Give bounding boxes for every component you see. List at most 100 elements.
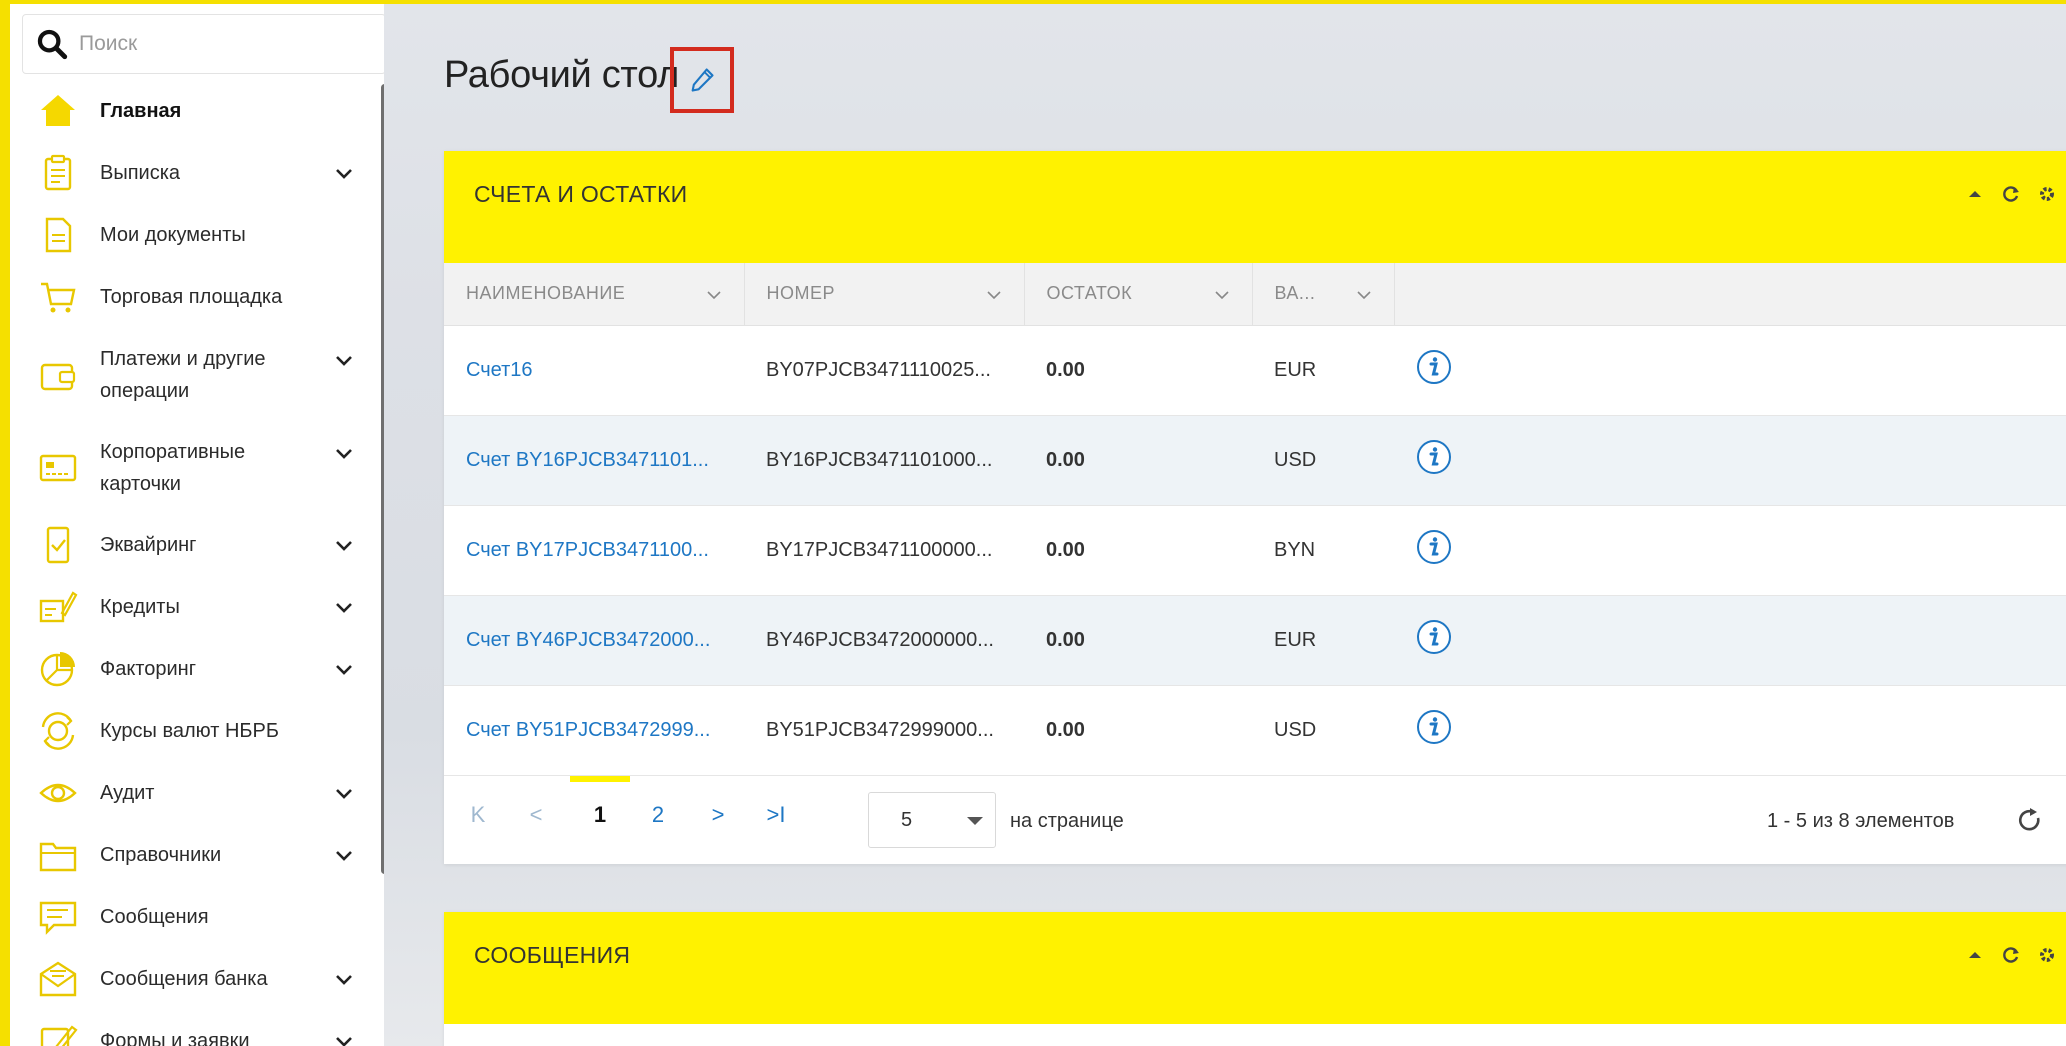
edit-dashboard-button[interactable] — [670, 47, 734, 113]
info-icon[interactable] — [1416, 529, 1452, 565]
refresh-icon[interactable] — [2000, 183, 2022, 205]
column-header-currency[interactable]: ВА... — [1252, 263, 1395, 326]
table-row[interactable]: Счет BY51PJCB3472999... BY51PJCB34729990… — [444, 685, 2066, 776]
account-number: BY17PJCB3471100000... — [744, 505, 1024, 596]
sidebar-item-label: Факторинг — [100, 658, 196, 680]
sidebar-item-acquiring[interactable]: Эквайринг — [10, 514, 380, 576]
chevron-down-icon[interactable] — [332, 595, 356, 619]
sidebar-item-forms[interactable]: Формы и заявки — [10, 1010, 380, 1046]
column-header-name[interactable]: НАИМЕНОВАНИЕ — [444, 263, 745, 326]
collapse-icon[interactable] — [1964, 944, 1986, 966]
account-name-link[interactable]: Счет BY16PJCB3471101... — [466, 449, 709, 471]
sidebar-item-home[interactable]: Главная — [10, 80, 380, 142]
chevron-down-icon[interactable] — [332, 348, 356, 372]
account-name-link[interactable]: Счет BY51PJCB3472999... — [466, 719, 710, 741]
chevron-down-icon[interactable] — [332, 533, 356, 557]
sidebar-item-label: Корпоративные карточки — [100, 440, 246, 495]
sidebar-nav: Главная Выписка Мои документы Торговая п… — [10, 80, 380, 1046]
table-row[interactable]: Счет16 BY07PJCB3471110025... 0.00 EUR — [444, 325, 2066, 416]
column-header-label: ВА... — [1274, 283, 1316, 304]
info-icon[interactable] — [1416, 439, 1452, 475]
wallet-icon — [36, 353, 80, 397]
sidebar-item-payments[interactable]: Платежи и другие операции — [10, 328, 380, 421]
column-header-balance[interactable]: ОСТАТОК — [1024, 263, 1253, 326]
sidebar-item-marketplace[interactable]: Торговая площадка — [10, 266, 380, 328]
sidebar-item-corporate-cards[interactable]: Корпоративные карточки — [10, 421, 380, 514]
info-icon[interactable] — [1416, 709, 1452, 745]
gear-icon[interactable] — [2036, 944, 2058, 966]
terminal-icon — [36, 523, 80, 567]
table-row[interactable]: Счет BY46PJCB3472000... BY46PJCB34720000… — [444, 595, 2066, 686]
chevron-down-icon[interactable] — [332, 657, 356, 681]
info-icon[interactable] — [1416, 349, 1452, 385]
page-2-button[interactable]: 2 — [638, 802, 678, 828]
account-name-link[interactable]: Счет16 — [466, 359, 533, 381]
chevron-down-icon[interactable] — [332, 781, 356, 805]
chevron-down-icon[interactable] — [332, 161, 356, 185]
sidebar-item-label: Торговая площадка — [100, 286, 283, 308]
accounts-panel-title: СЧЕТА И ОСТАТКИ — [474, 181, 688, 207]
account-currency: USD — [1252, 415, 1394, 506]
next-page-button[interactable]: > — [698, 802, 738, 828]
first-page-button[interactable]: K — [458, 802, 498, 828]
per-page-select[interactable]: 5 — [868, 791, 996, 848]
sidebar-item-my-documents[interactable]: Мои документы — [10, 204, 380, 266]
sidebar-item-directories[interactable]: Справочники — [10, 824, 380, 886]
column-header-number[interactable]: НОМЕР — [744, 263, 1025, 326]
account-balance: 0.00 — [1024, 595, 1252, 686]
chevron-down-icon[interactable] — [332, 441, 356, 465]
card-icon — [36, 446, 80, 490]
messages-panel: СООБЩЕНИЯ — [444, 912, 2066, 1046]
column-header-label: НАИМЕНОВАНИЕ — [466, 283, 626, 304]
collapse-icon[interactable] — [1964, 183, 1986, 205]
gear-icon[interactable] — [2036, 183, 2058, 205]
refresh-icon[interactable] — [2000, 944, 2022, 966]
caret-down-icon — [967, 816, 983, 825]
chevron-down-icon[interactable] — [332, 1029, 356, 1046]
sidebar-item-label: Мои документы — [100, 224, 246, 246]
accounts-table: НАИМЕНОВАНИЕ НОМЕР ОСТАТОК ВА... Счет16 … — [444, 263, 2066, 776]
table-row[interactable]: Счет BY17PJCB3471100... BY17PJCB34711000… — [444, 505, 2066, 596]
sidebar-item-messages[interactable]: Сообщения — [10, 886, 380, 948]
statement-icon — [36, 151, 80, 195]
chevron-down-icon[interactable] — [704, 285, 724, 305]
sidebar-item-label: Выписка — [100, 162, 181, 184]
account-currency: EUR — [1252, 325, 1394, 416]
chevron-down-icon[interactable] — [984, 285, 1004, 305]
page-1-button[interactable]: 1 — [580, 802, 620, 828]
account-name-link[interactable]: Счет BY46PJCB3472000... — [466, 629, 710, 651]
search-input[interactable] — [79, 32, 359, 56]
column-header-label: ОСТАТОК — [1046, 283, 1133, 304]
sidebar-item-exchange-rates[interactable]: Курсы валют НБРБ — [10, 700, 380, 762]
sidebar-item-bank-messages[interactable]: Сообщения банка — [10, 948, 380, 1010]
items-count-label: 1 - 5 из 8 элементов — [1767, 809, 1955, 832]
sidebar-item-label: Формы и заявки — [100, 1030, 250, 1046]
search-box[interactable] — [22, 14, 386, 74]
last-page-button[interactable]: >I — [756, 802, 796, 828]
sidebar-item-label: Эквайринг — [100, 534, 197, 556]
account-balance: 0.00 — [1024, 415, 1252, 506]
sidebar-item-credits[interactable]: Кредиты — [10, 576, 380, 638]
sidebar-item-statement[interactable]: Выписка — [10, 142, 380, 204]
info-icon[interactable] — [1416, 619, 1452, 655]
chevron-down-icon[interactable] — [1212, 285, 1232, 305]
account-currency: EUR — [1252, 595, 1394, 686]
account-balance: 0.00 — [1024, 505, 1252, 596]
account-name-link[interactable]: Счет BY17PJCB3471100... — [466, 539, 709, 561]
currency-exchange-icon — [36, 709, 80, 753]
accounts-panel-header: СЧЕТА И ОСТАТКИ — [444, 151, 2066, 263]
form-icon — [36, 1019, 80, 1046]
table-row[interactable]: Счет BY16PJCB3471101... BY16PJCB34711010… — [444, 415, 2066, 506]
refresh-icon[interactable] — [2016, 806, 2044, 834]
prev-page-button[interactable]: < — [516, 802, 556, 828]
panel-tools — [1964, 183, 2058, 205]
sidebar-item-audit[interactable]: Аудит — [10, 762, 380, 824]
chevron-down-icon[interactable] — [332, 967, 356, 991]
pagination: K < 1 2 > >I 5 на странице 1 - 5 из 8 эл… — [444, 775, 2066, 864]
chevron-down-icon[interactable] — [332, 843, 356, 867]
search-icon — [37, 29, 68, 60]
sidebar-item-factoring[interactable]: Факторинг — [10, 638, 380, 700]
column-header-label: НОМЕР — [766, 283, 836, 304]
chevron-down-icon[interactable] — [1354, 285, 1374, 305]
active-page-indicator — [570, 775, 630, 782]
